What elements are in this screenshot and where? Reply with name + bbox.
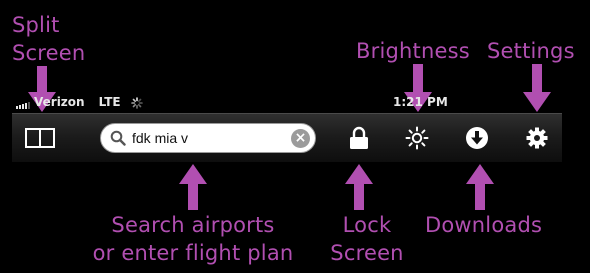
download-arrow-icon <box>466 127 488 149</box>
lock-arrow <box>345 164 373 210</box>
split-screen-button[interactable] <box>24 126 56 150</box>
brightness-callout: Brightness <box>356 39 470 63</box>
search-callout-line1: Search airports <box>111 213 275 237</box>
lock-icon <box>350 126 368 149</box>
search-input[interactable]: fdk mia v <box>132 130 188 146</box>
brightness-button[interactable] <box>403 124 431 152</box>
search-field[interactable]: fdk mia v × <box>100 123 316 153</box>
clear-search-icon[interactable]: × <box>291 129 310 148</box>
lock-screen-button[interactable] <box>346 124 372 152</box>
carrier-name: Verizon <box>34 95 85 109</box>
settings-button[interactable] <box>524 125 550 151</box>
gear-icon <box>526 127 548 149</box>
lock-callout: Lock Screen <box>322 212 412 266</box>
settings-callout: Settings <box>487 39 575 63</box>
split-screen-callout-line2: Screen <box>12 41 86 65</box>
activity-spinner-icon <box>131 97 143 109</box>
downloads-arrow <box>466 164 494 210</box>
search-arrow <box>179 164 207 210</box>
lock-callout-line1: Lock <box>342 213 392 237</box>
sun-icon <box>405 126 429 150</box>
status-time: 1:21 PM <box>393 95 448 109</box>
signal-strength-icon <box>16 99 30 109</box>
search-callout: Search airports or enter flight plan <box>84 212 302 266</box>
split-screen-callout: Split Screen <box>12 12 85 66</box>
downloads-callout: Downloads <box>425 213 543 237</box>
toolbar: fdk mia v × <box>12 113 562 162</box>
carrier-info: Verizon LTE <box>16 95 121 109</box>
status-bar: Verizon LTE 1:21 PM <box>0 94 590 112</box>
search-icon <box>110 130 126 146</box>
lock-callout-line2: Screen <box>330 241 404 265</box>
split-screen-icon <box>25 128 55 148</box>
downloads-button[interactable] <box>464 125 490 151</box>
split-screen-callout-line1: Split <box>12 13 60 37</box>
search-callout-line2: or enter flight plan <box>92 241 294 265</box>
network-type: LTE <box>98 95 121 109</box>
